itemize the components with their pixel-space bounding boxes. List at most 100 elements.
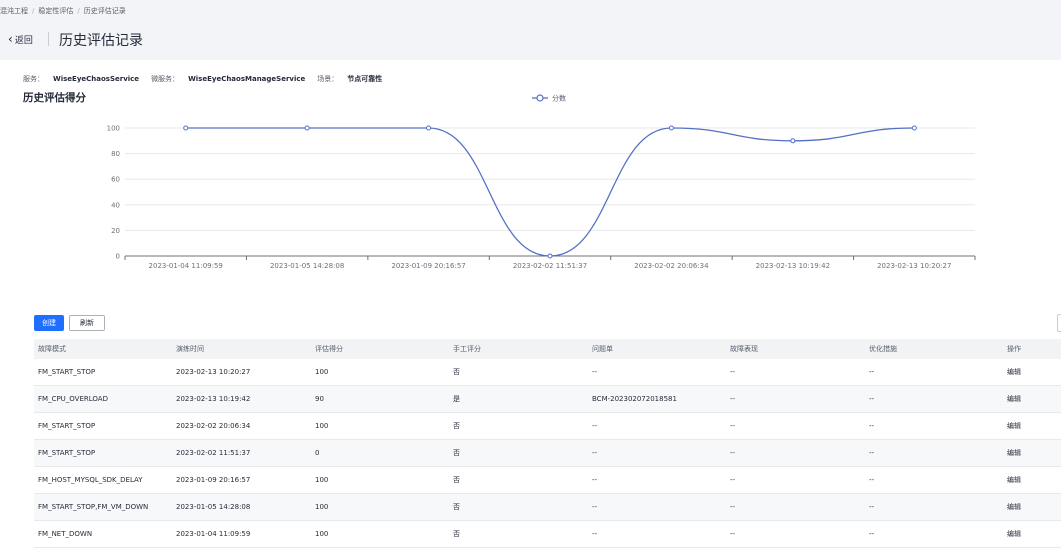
cell-symptom: -- [726,385,865,413]
cell-fault-mode: FM_START_STOP,FM_VM_DOWN [34,493,172,521]
table-settings-button[interactable] [1057,314,1061,332]
table-row: FM_HOST_MYSQL_SDK_DELAY 2023-01-09 20:16… [34,466,1061,494]
edit-link[interactable]: 编辑 [1003,385,1061,413]
header-fault-mode: 故障模式 [34,339,172,359]
cell-drill-time: 2023-02-13 10:20:27 [172,359,311,386]
cell-score: 100 [311,412,449,440]
header-manual-score: 手工评分 [449,339,588,359]
scene-value: 节点可靠性 [347,75,383,83]
refresh-button[interactable]: 刷新 [69,315,105,331]
edit-link[interactable]: 编辑 [1003,412,1061,440]
cell-score: 100 [311,359,449,386]
cell-ticket: -- [588,359,726,386]
edit-link[interactable]: 编辑 [1003,466,1061,494]
cell-optimization: -- [865,359,1003,386]
table-row: FM_START_STOP 2023-02-02 11:51:37 0 否 --… [34,439,1061,467]
cell-manual-score: 否 [449,466,588,494]
scene-label: 场景： [317,75,339,83]
cell-ticket: BCM-202302072018581 [588,385,726,413]
cell-fault-mode: FM_START_STOP [34,439,172,467]
cell-manual-score: 否 [449,359,588,386]
cell-drill-time: 2023-01-04 11:09:59 [172,520,311,548]
breadcrumb-separator: / [32,7,35,15]
breadcrumb-separator: / [77,7,80,15]
cell-optimization: -- [865,520,1003,548]
x-tick-label: 2023-02-13 10:19:42 [756,262,830,270]
history-table: 故障模式 演练时间 评估得分 手工评分 问题单 故障表现 优化措施 操作 FM_… [34,339,1061,548]
header-drill-time: 演练时间 [172,339,311,359]
service-label: 服务： [23,75,44,83]
edit-link[interactable]: 编辑 [1003,359,1061,386]
cell-drill-time: 2023-02-02 20:06:34 [172,412,311,440]
page-header-band [0,0,1061,60]
x-tick-label: 2023-02-02 20:06:34 [634,262,709,270]
cell-ticket: -- [588,520,726,548]
table-row: FM_CPU_OVERLOAD 2023-02-13 10:19:42 90 是… [34,385,1061,413]
table-row: FM_START_STOP 2023-02-02 20:06:34 100 否 … [34,412,1061,440]
x-tick-label: 2023-02-02 11:51:37 [513,262,587,270]
service-value: WiseEyeChaosService [53,75,140,83]
edit-link[interactable]: 编辑 [1003,493,1061,521]
series-line [185,127,915,257]
header-ticket: 问题单 [588,339,726,359]
x-tick-label: 2023-01-04 11:09:59 [149,262,223,270]
service-meta: 服务： WiseEyeChaosService 微服务： WiseEyeChaosMa… [23,74,394,84]
create-button[interactable]: 创建 [34,315,64,331]
chevron-left-icon: ‹ [8,32,13,46]
cell-optimization: -- [865,493,1003,521]
y-tick-label: 80 [111,150,120,158]
back-button[interactable]: ‹ 返回 [8,33,33,46]
y-tick-label: 60 [111,176,120,184]
data-point [547,253,553,259]
x-tick-label: 2023-01-09 20:16:57 [391,262,465,270]
cell-fault-mode: FM_START_STOP [34,359,172,386]
breadcrumb-item-current: 历史评估记录 [83,7,126,15]
cell-fault-mode: FM_NET_DOWN [34,520,172,548]
page-title: 历史评估记录 [59,33,143,49]
cell-score: 100 [311,466,449,494]
breadcrumb: 混沌工程 / 稳定性评估 / 历史评估记录 [0,6,126,16]
edit-link[interactable]: 编辑 [1003,520,1061,548]
data-point [183,125,189,131]
y-tick-label: 100 [107,125,120,133]
table-row: FM_START_STOP 2023-02-13 10:20:27 100 否 … [34,359,1061,386]
breadcrumb-item-chaos[interactable]: 混沌工程 [0,7,28,15]
table-header-row: 故障模式 演练时间 评估得分 手工评分 问题单 故障表现 优化措施 操作 [34,339,1061,359]
edit-link[interactable]: 编辑 [1003,439,1061,467]
cell-ticket: -- [588,439,726,467]
cell-fault-mode: FM_HOST_MYSQL_SDK_DELAY [34,466,172,494]
cell-score: 100 [311,493,449,521]
cell-drill-time: 2023-01-05 14:28:08 [172,493,311,521]
cell-manual-score: 否 [449,439,588,467]
table-row: FM_START_STOP,FM_VM_DOWN 2023-01-05 14:2… [34,493,1061,521]
cell-ticket: -- [588,412,726,440]
cell-symptom: -- [726,466,865,494]
data-point [426,125,432,131]
cell-score: 100 [311,520,449,548]
title-divider [48,32,49,46]
x-tick-label: 2023-01-05 14:28:08 [270,262,344,270]
cell-optimization: -- [865,385,1003,413]
cell-drill-time: 2023-01-09 20:16:57 [172,466,311,494]
header-optimization: 优化措施 [865,339,1003,359]
y-tick-label: 0 [116,253,120,261]
cell-fault-mode: FM_CPU_OVERLOAD [34,385,172,413]
cell-manual-score: 否 [449,412,588,440]
data-point [668,125,674,131]
x-tick-label: 2023-02-13 10:20:27 [877,262,951,270]
cell-manual-score: 是 [449,385,588,413]
y-tick-label: 20 [111,227,120,235]
cell-symptom: -- [726,493,865,521]
cell-score: 90 [311,385,449,413]
breadcrumb-item-stability[interactable]: 稳定性评估 [38,7,73,15]
legend-label: 分数 [552,94,566,103]
cell-drill-time: 2023-02-02 11:51:37 [172,439,311,467]
microservice-label: 微服务： [151,75,180,83]
cell-score: 0 [311,439,449,467]
microservice-value: WiseEyeChaosManageService [188,75,306,83]
cell-symptom: -- [726,359,865,386]
data-point [790,138,796,144]
cell-symptom: -- [726,412,865,440]
cell-ticket: -- [588,466,726,494]
cell-symptom: -- [726,520,865,548]
